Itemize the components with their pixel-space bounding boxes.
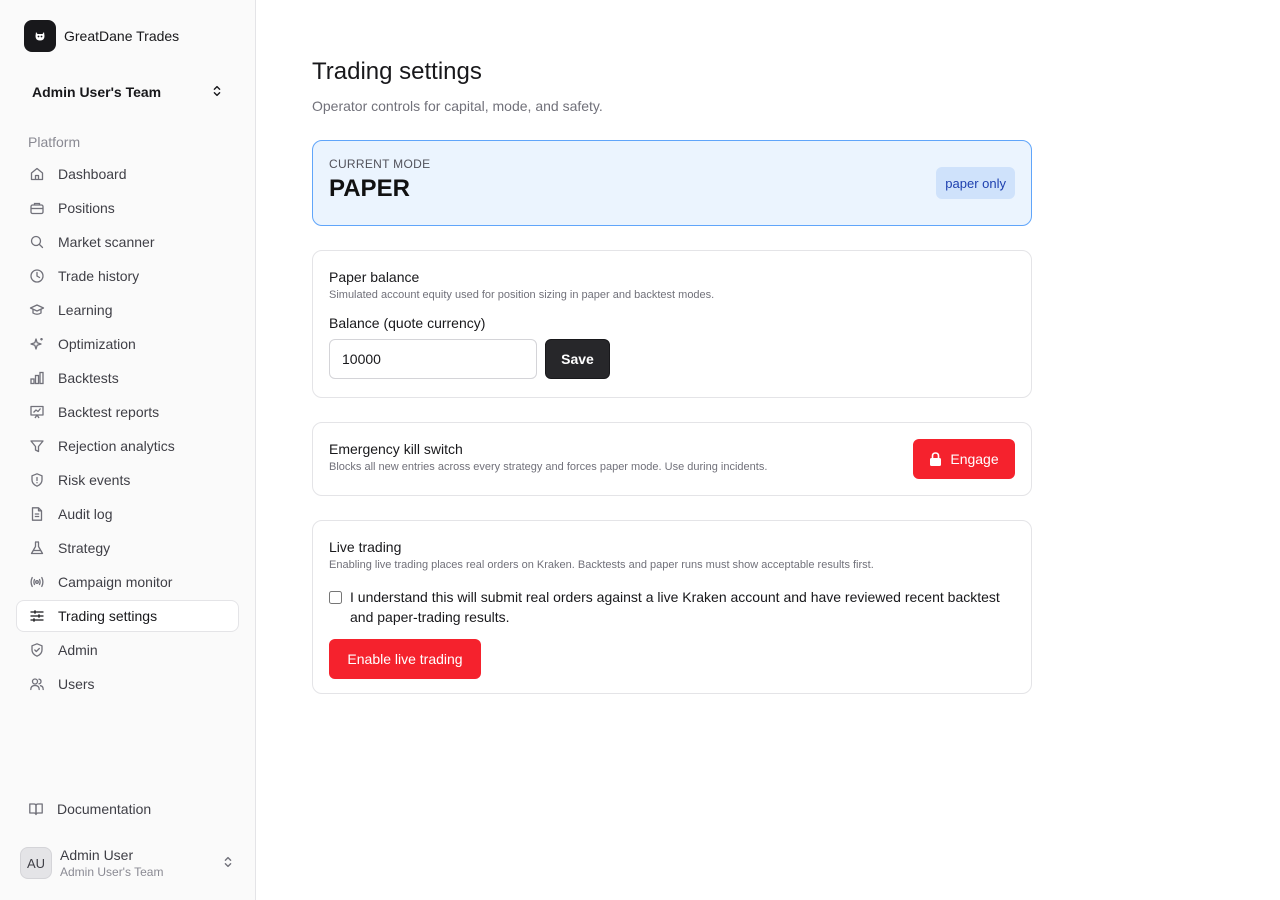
sidebar-item-label: Risk events bbox=[58, 472, 131, 488]
live-trading-card: Live trading Enabling live trading place… bbox=[312, 520, 1032, 694]
paper-balance-description: Simulated account equity used for positi… bbox=[329, 289, 715, 301]
paper-balance-title: Paper balance bbox=[329, 269, 420, 285]
team-switcher[interactable]: Admin User's Team bbox=[24, 76, 232, 108]
sidebar-item-label: Optimization bbox=[58, 336, 136, 352]
sidebar-item-learning[interactable]: Learning bbox=[16, 294, 239, 326]
sidebar-item-label: Backtest reports bbox=[58, 404, 160, 420]
presentation-chart-icon bbox=[29, 404, 45, 420]
mode-badge: paper only bbox=[936, 167, 1015, 199]
acknowledge-checkbox[interactable] bbox=[329, 591, 342, 604]
sidebar-item-label: Admin bbox=[58, 642, 98, 658]
sidebar-item-documentation[interactable]: Documentation bbox=[16, 793, 239, 825]
sidebar-item-label: Dashboard bbox=[58, 166, 127, 182]
shield-alert-icon bbox=[29, 472, 45, 488]
user-menu[interactable]: AU Admin User Admin User's Team bbox=[16, 842, 239, 884]
engage-label: Engage bbox=[950, 451, 999, 467]
enable-live-trading-button[interactable]: Enable live trading bbox=[329, 639, 481, 679]
sidebar-item-label: Audit log bbox=[58, 506, 113, 522]
kill-switch-card: Emergency kill switch Blocks all new ent… bbox=[312, 422, 1032, 496]
sidebar-item-rejection-analytics[interactable]: Rejection analytics bbox=[16, 430, 239, 462]
users-icon bbox=[29, 676, 45, 692]
nav-group-label: Platform bbox=[28, 134, 81, 150]
main-content: Trading settings Operator controls for c… bbox=[312, 56, 1032, 694]
user-team: Admin User's Team bbox=[60, 864, 164, 879]
sidebar-item-label: Market scanner bbox=[58, 234, 155, 250]
current-mode-card: CURRENT MODE PAPER paper only bbox=[312, 140, 1032, 226]
live-trading-title: Live trading bbox=[329, 539, 402, 555]
file-text-icon bbox=[29, 506, 45, 522]
acknowledge-label: I understand this will submit real order… bbox=[350, 589, 1000, 625]
sidebar-item-positions[interactable]: Positions bbox=[16, 192, 239, 224]
mode-label: CURRENT MODE bbox=[329, 157, 431, 171]
mode-value: PAPER bbox=[329, 175, 410, 202]
user-name: Admin User bbox=[60, 846, 134, 863]
live-trading-description: Enabling live trading places real orders… bbox=[329, 559, 874, 571]
sidebar-item-strategy[interactable]: Strategy bbox=[16, 532, 239, 564]
sidebar-item-users[interactable]: Users bbox=[16, 668, 239, 700]
sidebar-item-optimization[interactable]: Optimization bbox=[16, 328, 239, 360]
funnel-icon bbox=[29, 438, 45, 454]
sidebar-item-label: Rejection analytics bbox=[58, 438, 175, 454]
sparkles-icon bbox=[29, 336, 45, 352]
sidebar-item-label: Strategy bbox=[58, 540, 111, 556]
chevrons-up-down-icon bbox=[221, 855, 235, 874]
sidebar-item-label: Trading settings bbox=[58, 608, 158, 624]
sidebar-item-audit-log[interactable]: Audit log bbox=[16, 498, 239, 530]
page-title: Trading settings bbox=[312, 58, 482, 85]
clock-icon bbox=[29, 268, 45, 284]
docs-label: Documentation bbox=[57, 801, 152, 817]
flask-icon bbox=[29, 540, 45, 556]
engage-button[interactable]: Engage bbox=[913, 439, 1015, 479]
balance-field-label: Balance (quote currency) bbox=[329, 315, 486, 331]
radio-icon bbox=[29, 574, 45, 590]
paper-balance-card: Paper balance Simulated account equity u… bbox=[312, 250, 1032, 398]
avatar: AU bbox=[20, 847, 52, 879]
bar-chart-icon bbox=[29, 370, 45, 386]
page-subtitle: Operator controls for capital, mode, and… bbox=[312, 98, 603, 114]
brand-name: GreatDane Trades bbox=[64, 28, 180, 44]
sidebar-item-dashboard[interactable]: Dashboard bbox=[16, 158, 239, 190]
brand[interactable]: GreatDane Trades bbox=[24, 20, 179, 52]
sliders-icon bbox=[29, 608, 45, 624]
sidebar-nav: Dashboard Positions Market scanner Trade… bbox=[16, 158, 239, 702]
book-open-icon bbox=[28, 801, 44, 817]
sidebar-item-label: Positions bbox=[58, 200, 115, 216]
home-icon bbox=[29, 166, 45, 182]
sidebar-item-backtest-reports[interactable]: Backtest reports bbox=[16, 396, 239, 428]
sidebar-item-campaign-monitor[interactable]: Campaign monitor bbox=[16, 566, 239, 598]
graduation-cap-icon bbox=[29, 302, 45, 318]
search-icon bbox=[29, 234, 45, 250]
sidebar-item-label: Backtests bbox=[58, 370, 119, 386]
sidebar-item-market-scanner[interactable]: Market scanner bbox=[16, 226, 239, 258]
balance-input[interactable] bbox=[329, 339, 537, 379]
team-name: Admin User's Team bbox=[32, 84, 162, 100]
sidebar-item-label: Learning bbox=[58, 302, 113, 318]
sidebar-item-risk-events[interactable]: Risk events bbox=[16, 464, 239, 496]
sidebar-item-label: Users bbox=[58, 676, 95, 692]
sidebar-item-trade-history[interactable]: Trade history bbox=[16, 260, 239, 292]
dog-logo-icon bbox=[24, 20, 56, 52]
sidebar-item-trading-settings[interactable]: Trading settings bbox=[16, 600, 239, 632]
shield-check-icon bbox=[29, 642, 45, 658]
sidebar: GreatDane Trades Admin User's Team Platf… bbox=[0, 0, 256, 900]
sidebar-item-label: Campaign monitor bbox=[58, 574, 173, 590]
sidebar-item-admin[interactable]: Admin bbox=[16, 634, 239, 666]
save-button[interactable]: Save bbox=[545, 339, 610, 379]
lock-icon bbox=[930, 452, 942, 466]
sidebar-item-label: Trade history bbox=[58, 268, 140, 284]
sidebar-item-backtests[interactable]: Backtests bbox=[16, 362, 239, 394]
briefcase-icon bbox=[29, 200, 45, 216]
chevrons-up-down-icon bbox=[210, 84, 224, 101]
